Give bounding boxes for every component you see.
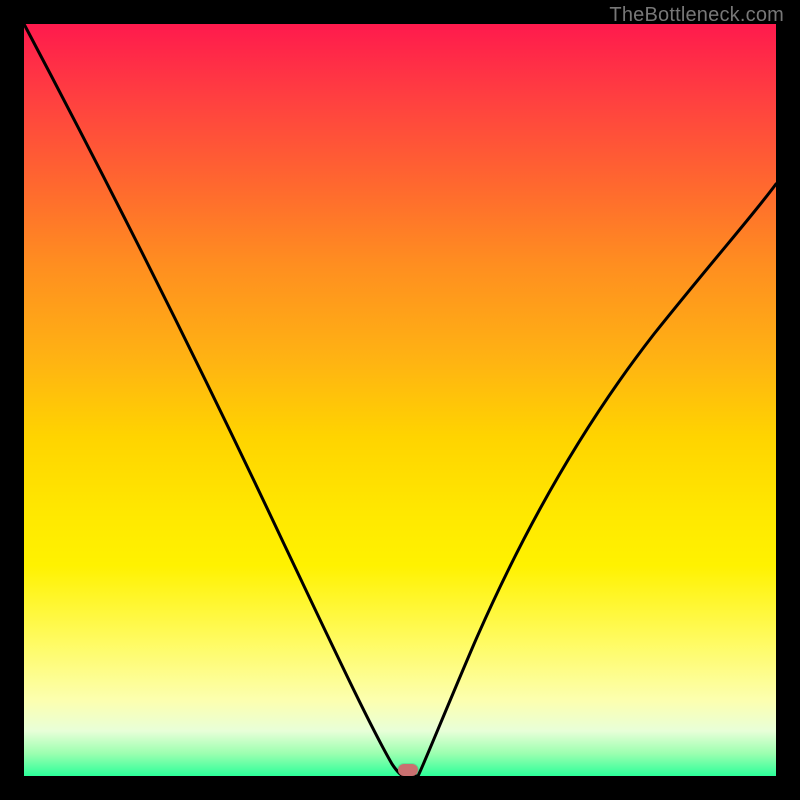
curve-path: [24, 24, 776, 776]
watermark-text: TheBottleneck.com: [609, 4, 784, 27]
optimal-point-marker: [398, 764, 418, 776]
bottleneck-curve: [24, 24, 776, 776]
chart-frame: TheBottleneck.com: [0, 0, 800, 800]
